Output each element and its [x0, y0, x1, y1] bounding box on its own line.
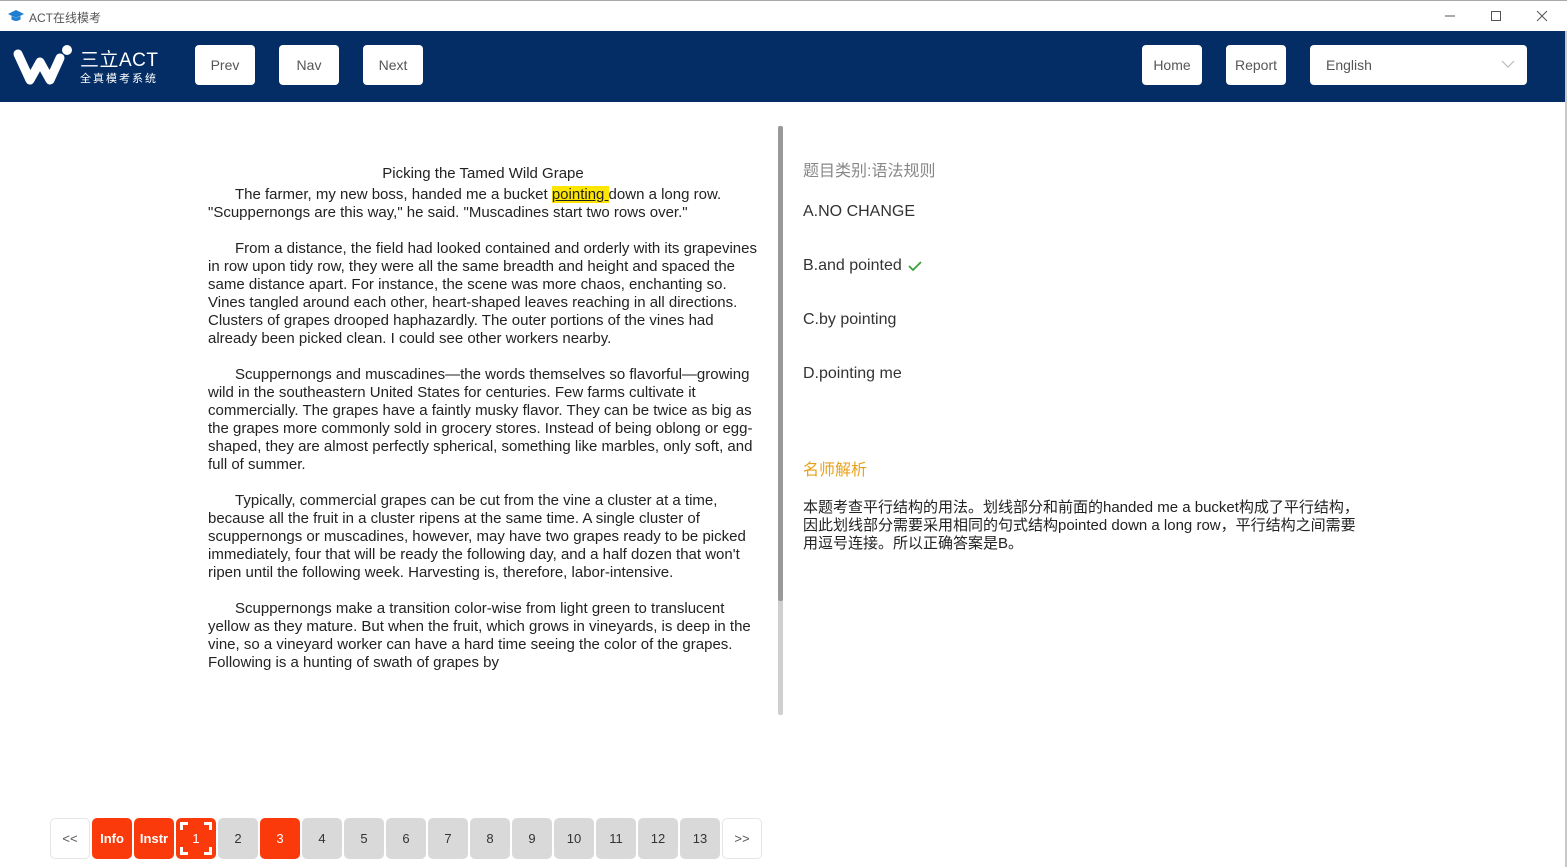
underlined-highlight[interactable]: pointing	[551, 186, 609, 203]
focus-corner	[204, 822, 212, 830]
language-select[interactable]: English	[1310, 45, 1527, 85]
nav-button[interactable]: Nav	[279, 45, 339, 85]
pager-item-current[interactable]: 1	[176, 818, 216, 859]
pager-last-button[interactable]: >>	[722, 818, 762, 859]
pager-first-button[interactable]: <<	[50, 818, 90, 859]
minimize-button[interactable]	[1427, 1, 1473, 31]
pager-item[interactable]: 8	[470, 818, 510, 859]
logo-subtitle: 全真模考系统	[80, 73, 158, 85]
language-value: English	[1326, 57, 1372, 73]
window-title-bar: ACT在线模考	[0, 0, 1567, 31]
passage-paragraph: From a distance, the field had looked co…	[208, 240, 757, 347]
analysis-text: 本题考查平行结构的用法。划线部分和前面的handed me a bucket构成…	[803, 499, 1359, 552]
passage-title: Picking the Tamed Wild Grape	[382, 165, 584, 182]
question-pager: << Info Instr 1 2 3 4 5 6 7 8 9 10 11 12…	[50, 818, 762, 859]
home-button[interactable]: Home	[1142, 45, 1202, 85]
passage-paragraph: Scuppernongs make a transition color-wis…	[208, 600, 751, 671]
option-label: A.NO CHANGE	[803, 203, 916, 220]
passage-scrollbar-thumb[interactable]	[778, 126, 783, 601]
passage-paragraph: Typically, commercial grapes can be cut …	[208, 492, 746, 581]
pager-item[interactable]: 9	[512, 818, 552, 859]
focus-corner	[204, 847, 212, 855]
option-a[interactable]: A.NO CHANGE	[803, 203, 915, 221]
maximize-button[interactable]	[1473, 1, 1519, 31]
pager-item-answered-wrong[interactable]: 3	[260, 818, 300, 859]
logo: 三立ACT 全真模考系统	[12, 42, 162, 92]
graduation-cap-icon	[8, 10, 24, 21]
close-icon	[1536, 10, 1548, 22]
pager-item[interactable]: 13	[680, 818, 720, 859]
passage-panel: Picking the Tamed Wild Grape The farmer,…	[208, 165, 758, 714]
option-label: B.and pointed	[803, 257, 902, 274]
logo-title: 三立ACT	[80, 50, 159, 71]
pager-item[interactable]: 7	[428, 818, 468, 859]
pager-item[interactable]: 12	[638, 818, 678, 859]
minimize-icon	[1445, 15, 1455, 17]
pager-item-instr[interactable]: Instr	[134, 818, 174, 859]
option-label: D.pointing me	[803, 365, 902, 382]
passage-paragraph: The farmer, my new boss, handed me a buc…	[208, 186, 758, 222]
focus-corner	[180, 822, 188, 830]
analysis-heading: 名师解析	[803, 462, 868, 479]
pager-item[interactable]: 2	[218, 818, 258, 859]
option-b[interactable]: B.and pointed	[803, 257, 922, 275]
app-header: 三立ACT 全真模考系统 Prev Nav Next Home Report E…	[0, 31, 1565, 102]
checkmark-icon	[908, 260, 922, 272]
pager-item[interactable]: 5	[344, 818, 384, 859]
pager-item[interactable]: 6	[386, 818, 426, 859]
focus-corner	[180, 847, 188, 855]
chevron-down-icon	[1501, 60, 1515, 68]
pager-item-label: 1	[192, 831, 200, 846]
prev-button[interactable]: Prev	[195, 45, 255, 85]
pager-item[interactable]: 10	[554, 818, 594, 859]
window-title: ACT在线模考	[29, 11, 102, 25]
close-button[interactable]	[1519, 1, 1565, 31]
option-d[interactable]: D.pointing me	[803, 365, 902, 383]
option-label: C.by pointing	[803, 311, 897, 328]
pager-item[interactable]: 11	[596, 818, 636, 859]
next-button[interactable]: Next	[363, 45, 423, 85]
report-button[interactable]: Report	[1226, 45, 1286, 85]
pager-item[interactable]: 4	[302, 818, 342, 859]
option-c[interactable]: C.by pointing	[803, 311, 896, 329]
pager-item-info[interactable]: Info	[92, 818, 132, 859]
passage-text: The farmer, my new boss, handed me a buc…	[235, 186, 552, 203]
passage-paragraph: Scuppernongs and muscadines—the words th…	[208, 366, 753, 473]
logo-w-icon	[13, 45, 72, 85]
question-category: 题目类别:语法规则	[803, 163, 936, 180]
maximize-icon	[1491, 11, 1501, 21]
